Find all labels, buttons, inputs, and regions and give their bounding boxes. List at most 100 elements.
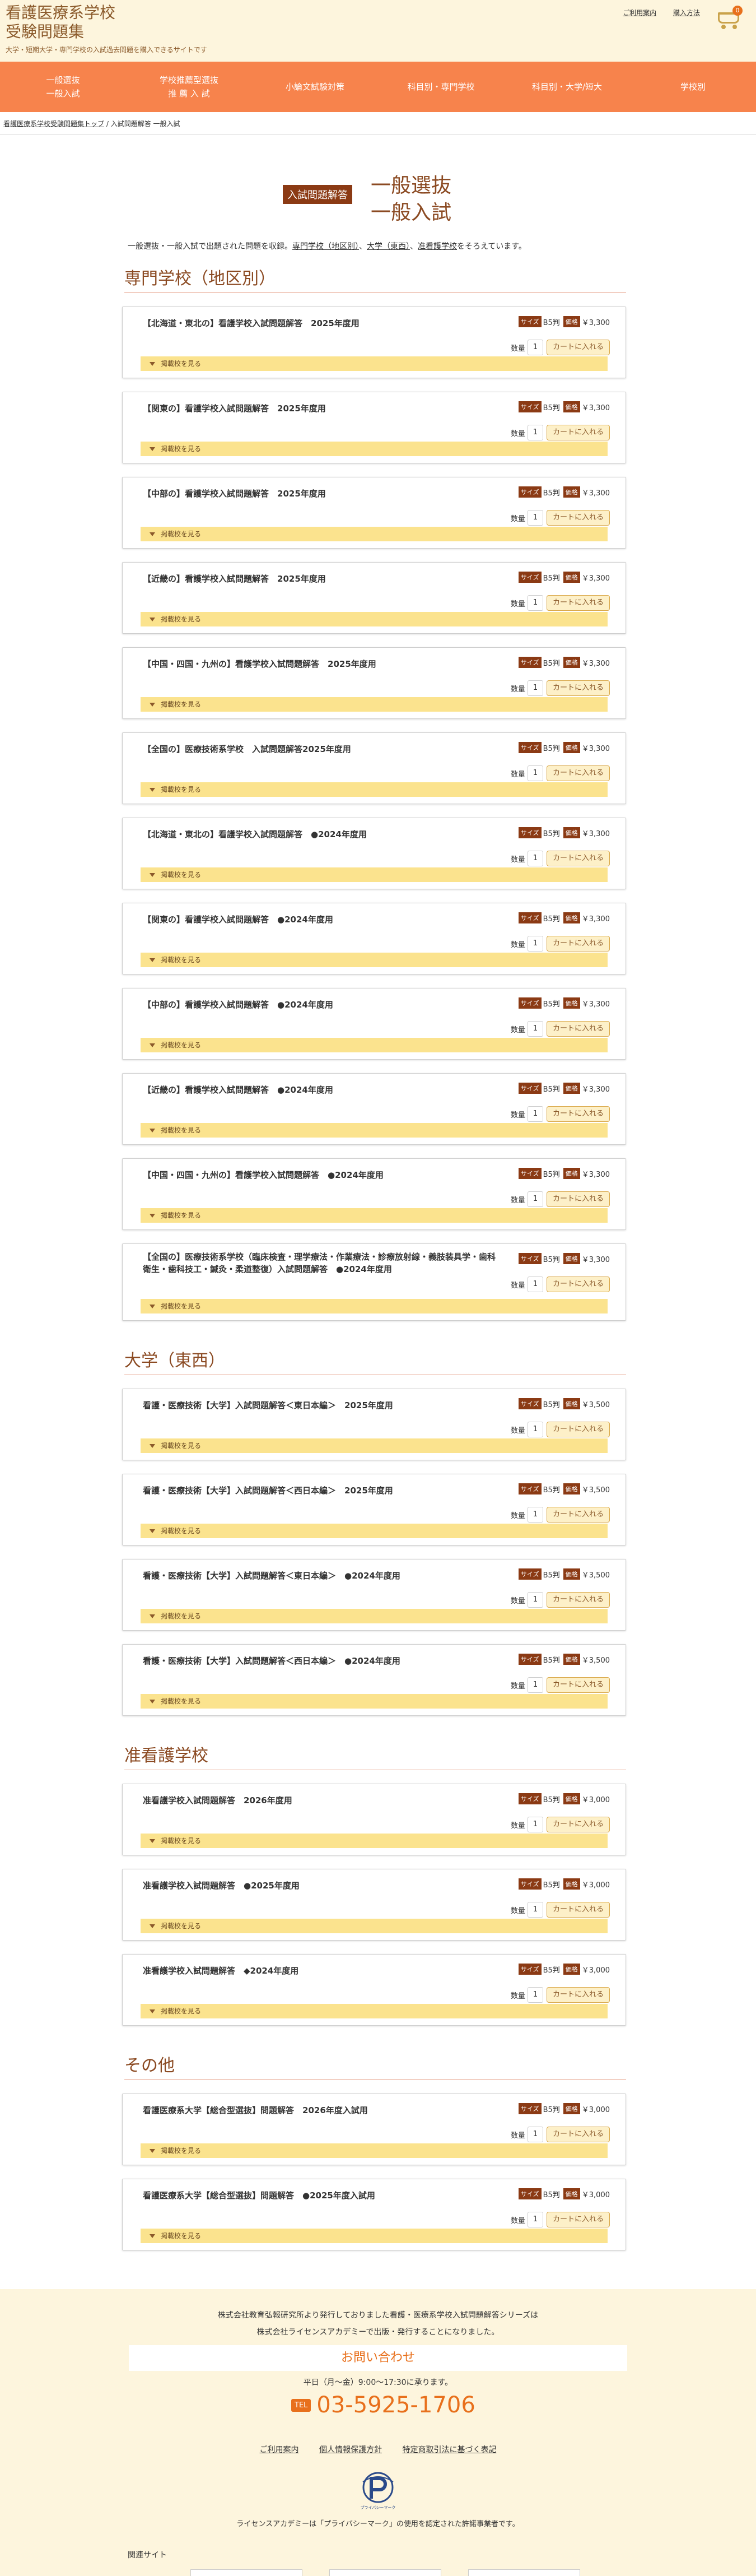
footer-link-guide[interactable]: ご利用案内 [260, 2445, 299, 2454]
product-title[interactable]: 准看護学校入試問題解答 ◆2024年度用 [143, 1965, 298, 1977]
product-title[interactable]: 准看護学校入試問題解答 ●2025年度用 [143, 1879, 300, 1892]
show-schools-toggle[interactable]: 掲載校を見る [141, 612, 608, 626]
nav-recommendation-exam[interactable]: 学校推薦型選抜推 薦 入 試 [126, 62, 252, 112]
add-to-cart-button[interactable]: カートに入れる [546, 936, 610, 952]
add-to-cart-button[interactable]: カートに入れる [546, 1987, 610, 2003]
qty-input[interactable]: 1 [527, 2127, 543, 2142]
related-site-banner[interactable] [329, 2569, 441, 2576]
qty-input[interactable]: 1 [527, 1277, 543, 1292]
add-to-cart-button[interactable]: カートに入れる [546, 1817, 610, 1832]
qty-input[interactable]: 1 [527, 1817, 543, 1832]
show-schools-toggle[interactable]: 掲載校を見る [141, 1694, 608, 1709]
product-title[interactable]: 【全国の】医療技術系学校（臨床検査・理学療法・作業療法・診療放射線・義肢装具学・… [143, 1251, 501, 1275]
qty-input[interactable]: 1 [527, 595, 543, 611]
add-to-cart-button[interactable]: カートに入れる [546, 851, 610, 866]
breadcrumb-home[interactable]: 看護医療系学校受験問題集トップ [3, 120, 104, 128]
nav-essay[interactable]: 小論文試験対策 [252, 62, 378, 112]
show-schools-toggle[interactable]: 掲載校を見る [141, 1609, 608, 1623]
show-schools-toggle[interactable]: 掲載校を見る [141, 2229, 608, 2243]
show-schools-toggle[interactable]: 掲載校を見る [141, 442, 608, 456]
show-schools-toggle[interactable]: 掲載校を見る [141, 867, 608, 882]
add-to-cart-button[interactable]: カートに入れる [546, 1902, 610, 1918]
qty-input[interactable]: 1 [527, 1507, 543, 1523]
show-schools-toggle[interactable]: 掲載校を見る [141, 782, 608, 797]
show-schools-toggle[interactable]: 掲載校を見る [141, 1208, 608, 1223]
product-title[interactable]: 【北海道・東北の】看護学校入試問題解答 2025年度用 [143, 317, 360, 329]
nav-general-exam[interactable]: 一般選抜 一般入試 [0, 62, 126, 112]
qty-input[interactable]: 1 [527, 340, 543, 355]
footer-link-commerce-law[interactable]: 特定商取引法に基づく表記 [402, 2445, 496, 2454]
show-schools-toggle[interactable]: 掲載校を見る [141, 527, 608, 541]
product-title[interactable]: 【近畿の】看護学校入試問題解答 ●2024年度用 [143, 1084, 333, 1096]
product-title[interactable]: 【中部の】看護学校入試問題解答 ●2024年度用 [143, 999, 333, 1011]
nav-by-school[interactable]: 学校別 [630, 62, 756, 112]
qty-input[interactable]: 1 [527, 1592, 543, 1608]
add-to-cart-button[interactable]: カートに入れる [546, 680, 610, 696]
show-schools-toggle[interactable]: 掲載校を見る [141, 1123, 608, 1138]
product-title[interactable]: 看護・医療技術【大学】入試問題解答＜西日本編＞ ●2024年度用 [143, 1655, 400, 1667]
product-title[interactable]: 看護・医療技術【大学】入試問題解答＜東日本編＞ 2025年度用 [143, 1399, 393, 1412]
add-to-cart-button[interactable]: カートに入れる [546, 1507, 610, 1523]
guide-link[interactable]: ご利用案内 [623, 9, 656, 17]
product-title[interactable]: 准看護学校入試問題解答 2026年度用 [143, 1794, 292, 1807]
show-schools-toggle[interactable]: 掲載校を見る [141, 953, 608, 967]
add-to-cart-button[interactable]: カートに入れる [546, 1021, 610, 1037]
cart-icon[interactable]: 0 [718, 6, 743, 29]
qty-input[interactable]: 1 [527, 425, 543, 440]
qty-input[interactable]: 1 [527, 1677, 543, 1693]
product-title[interactable]: 【近畿の】看護学校入試問題解答 2025年度用 [143, 573, 326, 585]
product-title[interactable]: 看護医療系大学【総合型選抜】問題解答 2026年度入試用 [143, 2104, 368, 2117]
qty-input[interactable]: 1 [527, 680, 543, 696]
product-title[interactable]: 【全国の】医療技術系学校 入試問題解答2025年度用 [143, 743, 351, 755]
product-title[interactable]: 【中国・四国・九州の】看護学校入試問題解答 ●2024年度用 [143, 1169, 384, 1181]
qty-input[interactable]: 1 [527, 1902, 543, 1918]
product-title[interactable]: 看護・医療技術【大学】入試問題解答＜東日本編＞ ●2024年度用 [143, 1570, 400, 1582]
nav-subject-vocational[interactable]: 科目別・専門学校 [378, 62, 504, 112]
contact-phone[interactable]: TEL 03-5925-1706 [291, 2392, 475, 2418]
product-title[interactable]: 【中国・四国・九州の】看護学校入試問題解答 2025年度用 [143, 658, 376, 670]
product-title[interactable]: 【関東の】看護学校入試問題解答 ●2024年度用 [143, 913, 333, 926]
show-schools-toggle[interactable]: 掲載校を見る [141, 697, 608, 712]
qty-input[interactable]: 1 [527, 851, 543, 866]
intro-link-practical-nurse[interactable]: 准看護学校 [418, 242, 457, 251]
add-to-cart-button[interactable]: カートに入れる [546, 2212, 610, 2227]
product-title[interactable]: 【中部の】看護学校入試問題解答 2025年度用 [143, 488, 326, 500]
product-title[interactable]: 【関東の】看護学校入試問題解答 2025年度用 [143, 402, 326, 415]
add-to-cart-button[interactable]: カートに入れる [546, 510, 610, 526]
product-title[interactable]: 看護医療系大学【総合型選抜】問題解答 ●2025年度入試用 [143, 2189, 375, 2202]
show-schools-toggle[interactable]: 掲載校を見る [141, 1299, 608, 1313]
qty-input[interactable]: 1 [527, 1106, 543, 1122]
qty-input[interactable]: 1 [527, 765, 543, 781]
add-to-cart-button[interactable]: カートに入れる [546, 1277, 610, 1292]
qty-input[interactable]: 1 [527, 1987, 543, 2003]
qty-input[interactable]: 1 [527, 936, 543, 952]
qty-input[interactable]: 1 [527, 2212, 543, 2227]
qty-input[interactable]: 1 [527, 1021, 543, 1037]
add-to-cart-button[interactable]: カートに入れる [546, 1422, 610, 1437]
qty-input[interactable]: 1 [527, 510, 543, 526]
add-to-cart-button[interactable]: カートに入れる [546, 2127, 610, 2142]
add-to-cart-button[interactable]: カートに入れる [546, 1191, 610, 1207]
product-title[interactable]: 看護・医療技術【大学】入試問題解答＜西日本編＞ 2025年度用 [143, 1484, 393, 1497]
footer-link-privacy[interactable]: 個人情報保護方針 [319, 2445, 382, 2454]
add-to-cart-button[interactable]: カートに入れる [546, 1106, 610, 1122]
add-to-cart-button[interactable]: カートに入れる [546, 1677, 610, 1693]
qty-input[interactable]: 1 [527, 1422, 543, 1437]
show-schools-toggle[interactable]: 掲載校を見る [141, 1438, 608, 1453]
add-to-cart-button[interactable]: カートに入れる [546, 425, 610, 440]
product-title[interactable]: 【北海道・東北の】看護学校入試問題解答 ●2024年度用 [143, 828, 367, 841]
show-schools-toggle[interactable]: 掲載校を見る [141, 2004, 608, 2018]
show-schools-toggle[interactable]: 掲載校を見る [141, 356, 608, 371]
add-to-cart-button[interactable]: カートに入れる [546, 1592, 610, 1608]
intro-link-university[interactable]: 大学（東西） [367, 242, 410, 251]
add-to-cart-button[interactable]: カートに入れる [546, 765, 610, 781]
show-schools-toggle[interactable]: 掲載校を見る [141, 1919, 608, 1933]
related-site-banner[interactable] [468, 2569, 580, 2576]
site-logo[interactable]: 看護医療系学校 受験問題集 [6, 3, 115, 41]
qty-input[interactable]: 1 [527, 1191, 543, 1207]
related-site-banner[interactable] [190, 2569, 302, 2576]
show-schools-toggle[interactable]: 掲載校を見る [141, 1038, 608, 1052]
show-schools-toggle[interactable]: 掲載校を見る [141, 1524, 608, 1538]
show-schools-toggle[interactable]: 掲載校を見る [141, 2143, 608, 2158]
show-schools-toggle[interactable]: 掲載校を見る [141, 1834, 608, 1848]
